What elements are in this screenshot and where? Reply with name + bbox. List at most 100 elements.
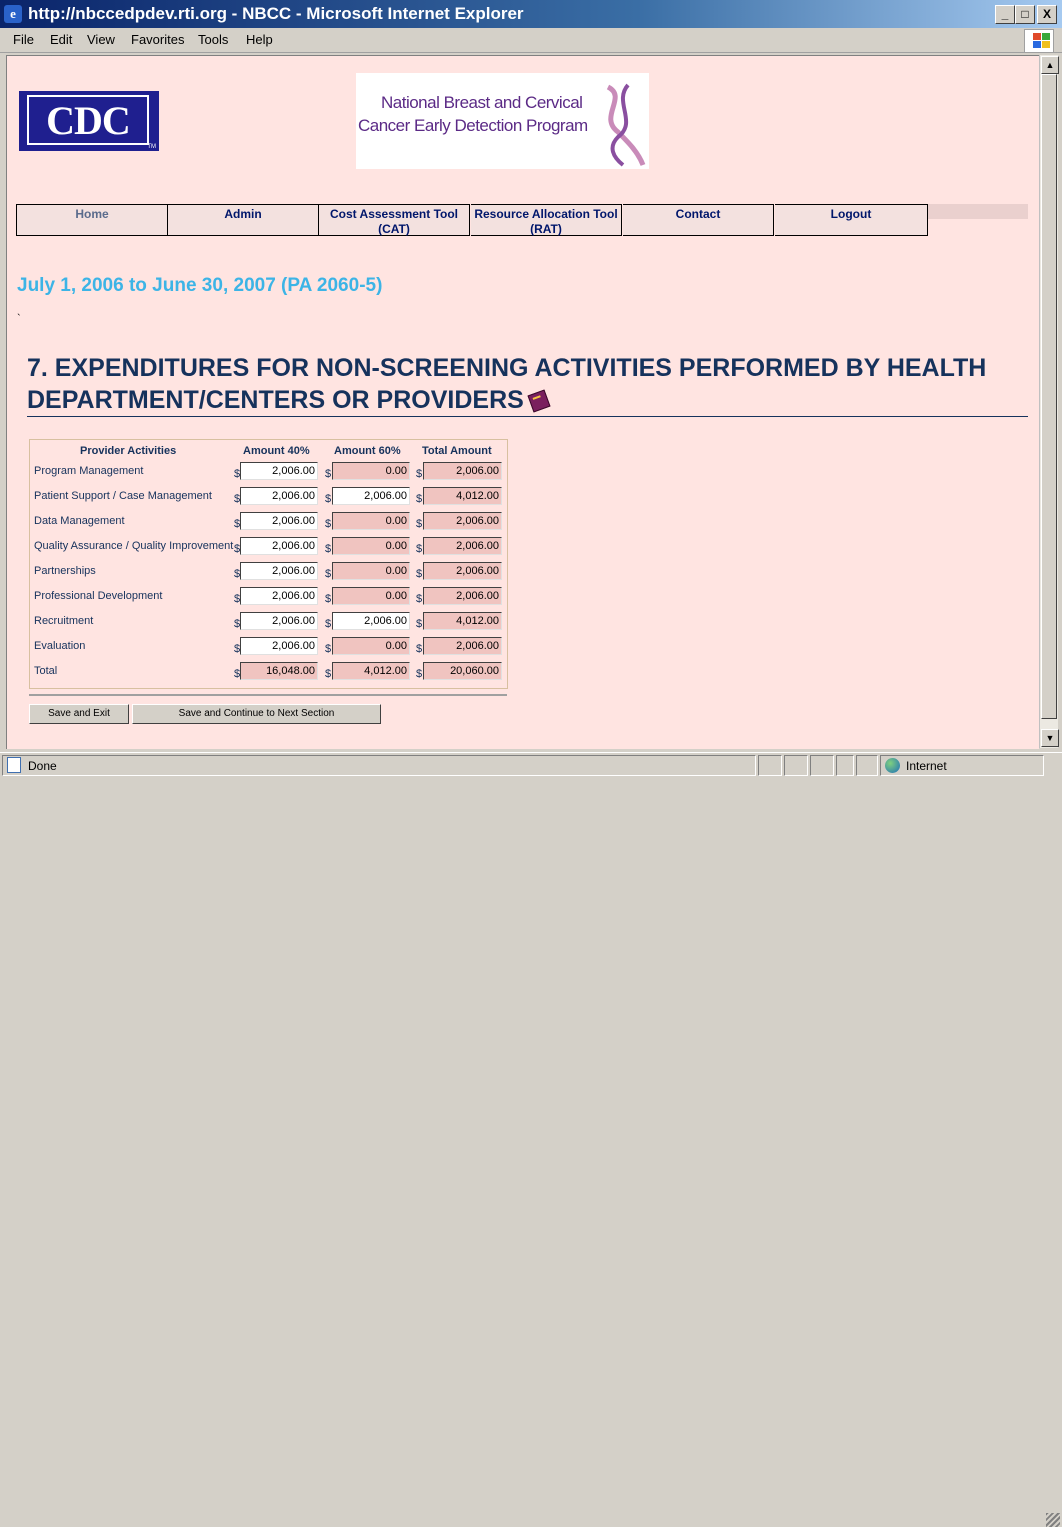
- row-label: Program Management: [34, 465, 144, 477]
- resize-grip-icon[interactable]: [1046, 1513, 1060, 1527]
- currency-symbol: $: [416, 493, 423, 505]
- menu-file[interactable]: File: [13, 32, 34, 47]
- page-title: 7. EXPENDITURES FOR NON-SCREENING ACTIVI…: [27, 352, 1027, 416]
- currency-symbol: $: [416, 618, 423, 630]
- currency-symbol: $: [325, 518, 332, 530]
- amount-40-input[interactable]: 2,006.00: [240, 512, 318, 530]
- expenditures-table: Provider Activities Amount 40% Amount 60…: [29, 439, 508, 689]
- heading-divider: [27, 416, 1028, 417]
- total-amount-field: 2,006.00: [423, 462, 502, 480]
- amount-40-input[interactable]: 2,006.00: [240, 537, 318, 555]
- col-header-amount-40: Amount 40%: [243, 445, 310, 457]
- amount-60-input[interactable]: 2,006.00: [332, 612, 410, 630]
- nav-cost-assessment-tool[interactable]: Cost Assessment Tool (CAT): [319, 204, 470, 236]
- currency-symbol: $: [416, 668, 423, 680]
- cdc-logo-tm: TM: [147, 144, 156, 150]
- scroll-thumb[interactable]: [1041, 74, 1057, 719]
- menu-bar: File Edit View Favorites Tools Help: [0, 28, 1062, 53]
- row-label: Quality Assurance / Quality Improvement: [34, 540, 234, 552]
- currency-symbol: $: [416, 593, 423, 605]
- minimize-button[interactable]: _: [995, 5, 1015, 24]
- currency-symbol: $: [416, 468, 423, 480]
- row-label: Total: [34, 665, 58, 677]
- nav-home[interactable]: Home: [16, 204, 168, 236]
- row-label: Partnerships: [34, 565, 96, 577]
- page-icon: [7, 757, 21, 773]
- total-amount-field: 2,006.00: [423, 512, 502, 530]
- col-header-total: Total Amount: [422, 445, 492, 457]
- menu-favorites[interactable]: Favorites: [131, 32, 184, 47]
- status-text: Done: [28, 759, 57, 773]
- status-bar: Done Internet: [0, 752, 1062, 1527]
- table-row: Patient Support / Case Management $ 2,00…: [30, 485, 507, 510]
- stray-mark: `: [17, 313, 21, 325]
- menu-view[interactable]: View: [87, 32, 115, 47]
- amount-60-field: 0.00: [332, 587, 410, 605]
- menu-edit[interactable]: Edit: [50, 32, 72, 47]
- amount-40-input[interactable]: 2,006.00: [240, 562, 318, 580]
- window-title: http://nbccedpdev.rti.org - NBCC - Micro…: [28, 4, 524, 23]
- close-button[interactable]: X: [1037, 5, 1057, 24]
- currency-symbol: $: [325, 643, 332, 655]
- windows-logo-icon: [1024, 29, 1054, 53]
- program-name-line1: National Breast and Cervical: [381, 93, 583, 112]
- currency-symbol: $: [416, 643, 423, 655]
- help-book-icon[interactable]: [527, 389, 551, 413]
- amount-40-input[interactable]: 2,006.00: [240, 487, 318, 505]
- nav-filler: [928, 204, 1028, 219]
- total-amount-field: 2,006.00: [423, 587, 502, 605]
- amount-60-field: 0.00: [332, 637, 410, 655]
- save-continue-button[interactable]: Save and Continue to Next Section: [132, 704, 381, 724]
- ribbon-icon: [606, 83, 646, 167]
- status-pane: [810, 755, 834, 776]
- total-40-field: 16,048.00: [240, 662, 318, 680]
- title-bar: e http://nbccedpdev.rti.org - NBCC - Mic…: [0, 0, 1062, 28]
- nav-contact[interactable]: Contact: [623, 204, 774, 236]
- col-header-activities: Provider Activities: [80, 445, 177, 457]
- amount-60-field: 0.00: [332, 512, 410, 530]
- currency-symbol: $: [416, 543, 423, 555]
- save-exit-button[interactable]: Save and Exit: [29, 704, 129, 724]
- scroll-up-button[interactable]: ▲: [1041, 56, 1059, 74]
- page-content: CDC TM National Breast and Cervical Canc…: [6, 55, 1039, 749]
- row-label: Patient Support / Case Management: [34, 490, 212, 502]
- amount-40-input[interactable]: 2,006.00: [240, 587, 318, 605]
- program-name-line2: Cancer Early Detection Program: [358, 116, 588, 135]
- currency-symbol: $: [325, 468, 332, 480]
- total-amount-field: 4,012.00: [423, 487, 502, 505]
- table-total-row: Total $ 16,048.00 $ 4,012.00 $ 20,060.00: [30, 660, 507, 685]
- row-label: Professional Development: [34, 590, 163, 602]
- amount-40-input[interactable]: 2,006.00: [240, 637, 318, 655]
- scroll-down-button[interactable]: ▼: [1041, 729, 1059, 747]
- vertical-scrollbar[interactable]: ▲ ▼: [1039, 55, 1059, 748]
- status-text-pane: [2, 755, 756, 776]
- menu-tools[interactable]: Tools: [198, 32, 228, 47]
- amount-40-input[interactable]: 2,006.00: [240, 612, 318, 630]
- amount-40-input[interactable]: 2,006.00: [240, 462, 318, 480]
- currency-symbol: $: [416, 568, 423, 580]
- nav-resource-allocation-tool[interactable]: Resource Allocation Tool (RAT): [471, 204, 622, 236]
- table-row: Professional Development $ 2,006.00 $ 0.…: [30, 585, 507, 610]
- amount-60-field: 0.00: [332, 462, 410, 480]
- maximize-button[interactable]: □: [1015, 5, 1035, 24]
- nav-admin[interactable]: Admin: [168, 204, 319, 236]
- row-label: Data Management: [34, 515, 125, 527]
- table-row: Quality Assurance / Quality Improvement …: [30, 535, 507, 560]
- col-header-amount-60: Amount 60%: [334, 445, 401, 457]
- amount-60-input[interactable]: 2,006.00: [332, 487, 410, 505]
- row-label: Evaluation: [34, 640, 86, 652]
- ie-icon: e: [4, 5, 22, 23]
- grand-total-field: 20,060.00: [423, 662, 502, 680]
- status-pane: [856, 755, 878, 776]
- main-nav: Home Admin Cost Assessment Tool (CAT) Re…: [16, 204, 1028, 238]
- menu-help[interactable]: Help: [246, 32, 273, 47]
- status-pane: [784, 755, 808, 776]
- nav-logout[interactable]: Logout: [775, 204, 928, 236]
- currency-symbol: $: [325, 668, 332, 680]
- table-row: Partnerships $ 2,006.00 $ 0.00 $ 2,006.0…: [30, 560, 507, 585]
- amount-60-field: 0.00: [332, 562, 410, 580]
- total-60-field: 4,012.00: [332, 662, 410, 680]
- row-label: Recruitment: [34, 615, 94, 627]
- total-amount-field: 2,006.00: [423, 562, 502, 580]
- table-row: Program Management $ 2,006.00 $ 0.00 $ 2…: [30, 460, 507, 485]
